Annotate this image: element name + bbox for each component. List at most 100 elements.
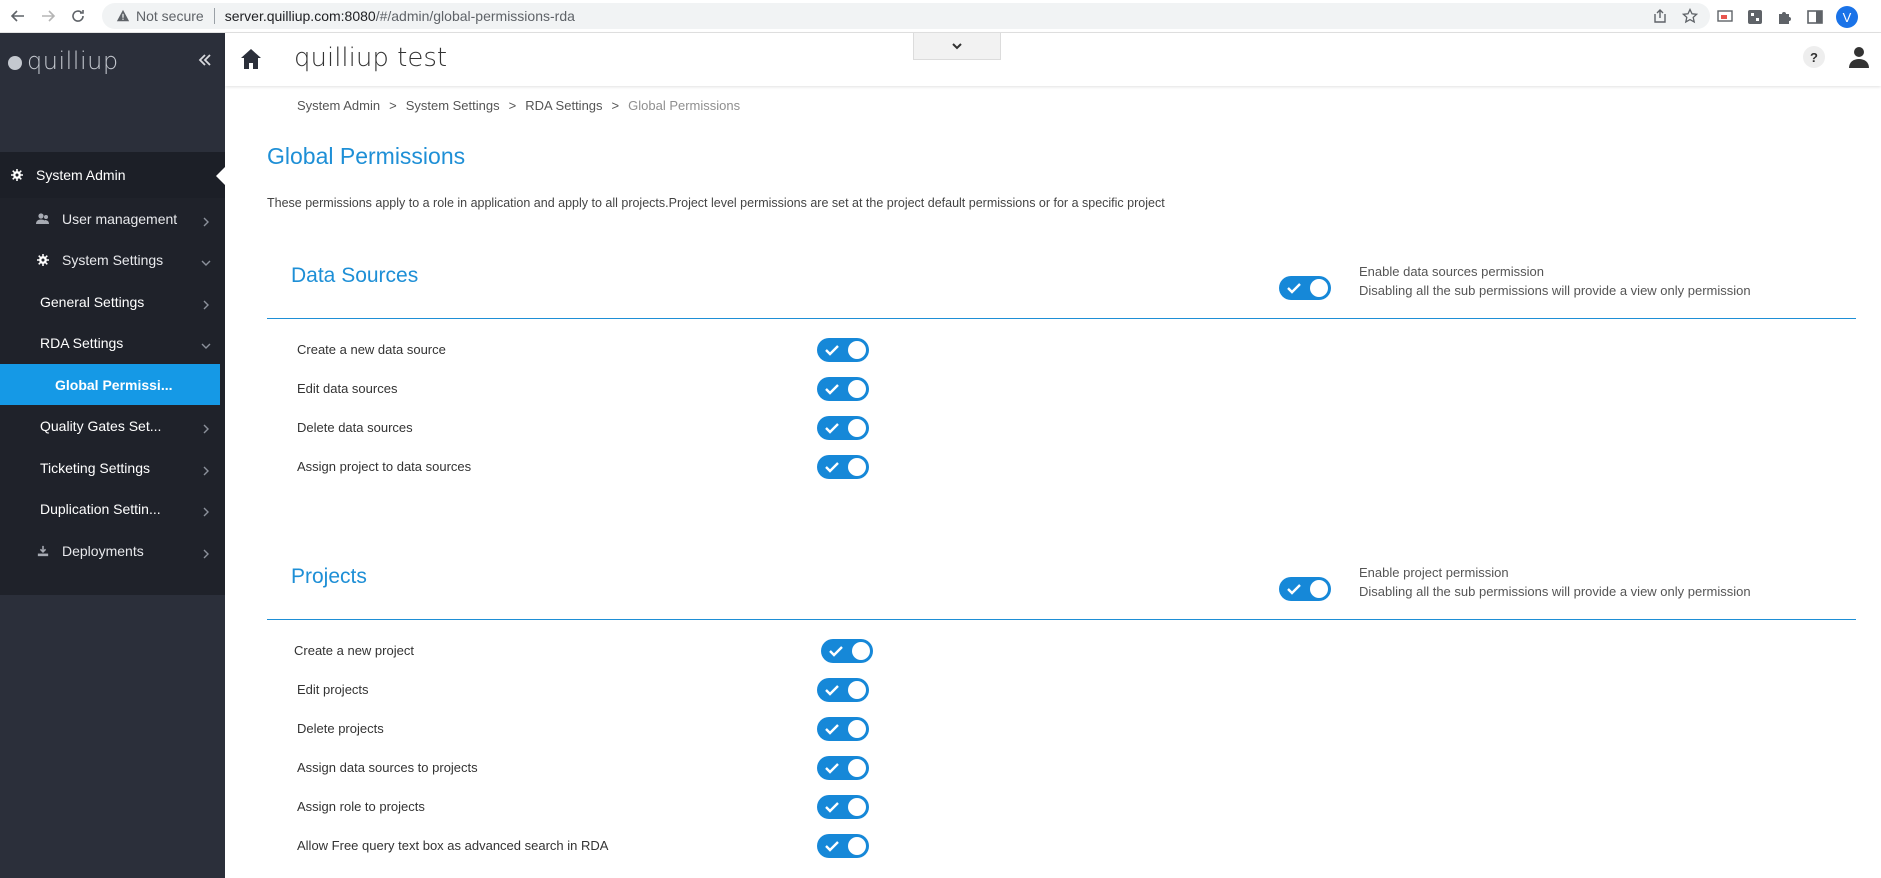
breadcrumb-item-system-settings[interactable]: System Settings [406, 98, 500, 113]
logo-dot-icon [8, 56, 22, 70]
header-dropdown-toggle[interactable] [913, 33, 1001, 60]
toggle-enable-data-sources[interactable] [1279, 276, 1331, 300]
page-description: These permissions apply to a role in app… [267, 196, 1165, 210]
reload-icon [72, 10, 84, 22]
toggle-create-data-source[interactable] [817, 338, 869, 362]
sidebar-item-label: General Settings [40, 294, 145, 310]
check-icon [825, 724, 839, 735]
profile-avatar[interactable]: V [1836, 6, 1858, 28]
toggle-knob [848, 380, 866, 398]
check-icon [825, 763, 839, 774]
perm-label: Delete projects [297, 721, 384, 736]
sidebar-item-label: Ticketing Settings [40, 460, 150, 476]
toggle-create-project[interactable] [821, 639, 873, 663]
extension-screen-icon[interactable] [1716, 8, 1734, 26]
app-title: quilliup test [294, 43, 448, 73]
toggle-edit-projects[interactable] [817, 678, 869, 702]
chevron-right-icon [201, 421, 211, 434]
logo-text: quilliup [27, 47, 119, 75]
toggle-assign-data-sources-to-projects[interactable] [817, 756, 869, 780]
toggle-knob [848, 759, 866, 777]
toggle-knob [1310, 580, 1328, 598]
toggle-knob [848, 720, 866, 738]
toggle-edit-data-sources[interactable] [817, 377, 869, 401]
browser-toolbar: Not secure server.quilliup.com:8080/#/ad… [0, 0, 1881, 33]
sidebar-item-duplication-settings[interactable]: Duplication Settin... [0, 489, 225, 529]
sidebar-item-label: System Admin [36, 167, 126, 183]
check-icon [825, 802, 839, 813]
sidebar-item-ticketing-settings[interactable]: Ticketing Settings [0, 448, 225, 488]
toggle-assign-role-to-projects[interactable] [817, 795, 869, 819]
toggle-knob [848, 419, 866, 437]
star-icon[interactable] [1682, 8, 1698, 24]
toggle-delete-data-sources[interactable] [817, 416, 869, 440]
sidebar-item-user-management[interactable]: User management [0, 199, 225, 239]
check-icon [829, 646, 843, 657]
toggle-knob [848, 837, 866, 855]
side-panel-icon[interactable] [1806, 8, 1824, 26]
chevron-down-icon [952, 43, 962, 50]
sidebar-item-system-admin[interactable]: System Admin [0, 152, 225, 198]
toggle-enable-projects[interactable] [1279, 577, 1331, 601]
home-icon[interactable] [239, 47, 263, 71]
omnibox-actions [1652, 8, 1698, 24]
gear-icon [36, 253, 50, 267]
chevron-right-icon [201, 546, 211, 559]
toggle-allow-free-query[interactable] [817, 834, 869, 858]
not-secure-label: Not secure [136, 8, 204, 24]
chevron-right-icon [201, 504, 211, 517]
help-icon[interactable]: ? [1803, 46, 1825, 68]
check-icon [825, 685, 839, 696]
check-icon [825, 384, 839, 395]
share-icon[interactable] [1652, 8, 1668, 24]
omnibox-divider [213, 8, 215, 24]
breadcrumb-separator: > [611, 98, 620, 113]
toggle-knob [848, 681, 866, 699]
check-icon [825, 345, 839, 356]
extensions-area: V [1716, 6, 1858, 28]
sidebar-item-rda-settings[interactable]: RDA Settings [0, 323, 225, 363]
sidebar-item-general-settings[interactable]: General Settings [0, 282, 225, 322]
sidebar-item-system-settings[interactable]: System Settings [0, 240, 225, 280]
extension-grid-icon[interactable] [1746, 8, 1764, 26]
perm-label: Create a new project [294, 643, 414, 658]
perm-label: Create a new data source [297, 342, 446, 357]
logo: quilliup [8, 47, 119, 75]
section-divider [267, 318, 1856, 319]
toggle-delete-projects[interactable] [817, 717, 869, 741]
sidebar-item-deployments[interactable]: Deployments [0, 530, 225, 572]
breadcrumb-item-current: Global Permissions [628, 98, 741, 113]
address-bar[interactable]: Not secure server.quilliup.com:8080/#/ad… [102, 3, 1710, 29]
url-path: /#/admin/global-permissions-rda [375, 8, 575, 24]
sidebar-item-quality-gates-settings[interactable]: Quality Gates Set... [0, 406, 225, 446]
sidebar-item-label: RDA Settings [40, 335, 124, 351]
breadcrumb-item-system-admin[interactable]: System Admin [297, 98, 380, 113]
enable-note: Disabling all the sub permissions will p… [1359, 584, 1751, 599]
check-icon [825, 423, 839, 434]
enable-projects-text: Enable project permission Disabling all … [1359, 563, 1751, 601]
enable-label: Enable data sources permission [1359, 264, 1544, 279]
collapse-sidebar-button[interactable] [198, 51, 212, 72]
section-divider [267, 619, 1856, 620]
chevron-right-icon [201, 463, 211, 476]
toggle-knob [848, 341, 866, 359]
check-icon [1287, 584, 1301, 595]
back-button[interactable] [6, 4, 30, 28]
users-icon [36, 212, 50, 226]
toggle-knob [848, 458, 866, 476]
reload-button[interactable] [66, 4, 90, 28]
user-icon[interactable] [1848, 45, 1870, 69]
perm-label: Assign data sources to projects [297, 760, 478, 775]
toggle-assign-project-to-data-sources[interactable] [817, 455, 869, 479]
forward-button[interactable] [36, 4, 60, 28]
app-header: quilliup test ? [225, 33, 1881, 86]
sidebar-item-label: System Settings [62, 252, 164, 268]
breadcrumb-separator: > [508, 98, 517, 113]
puzzle-icon[interactable] [1776, 8, 1794, 26]
sidebar-item-global-permissions[interactable]: Global Permissi... [0, 364, 220, 405]
chevron-down-icon [201, 255, 211, 266]
warning-icon [116, 9, 130, 22]
arrow-right-icon [42, 10, 56, 22]
download-icon [36, 544, 50, 558]
breadcrumb-item-rda-settings[interactable]: RDA Settings [525, 98, 602, 113]
